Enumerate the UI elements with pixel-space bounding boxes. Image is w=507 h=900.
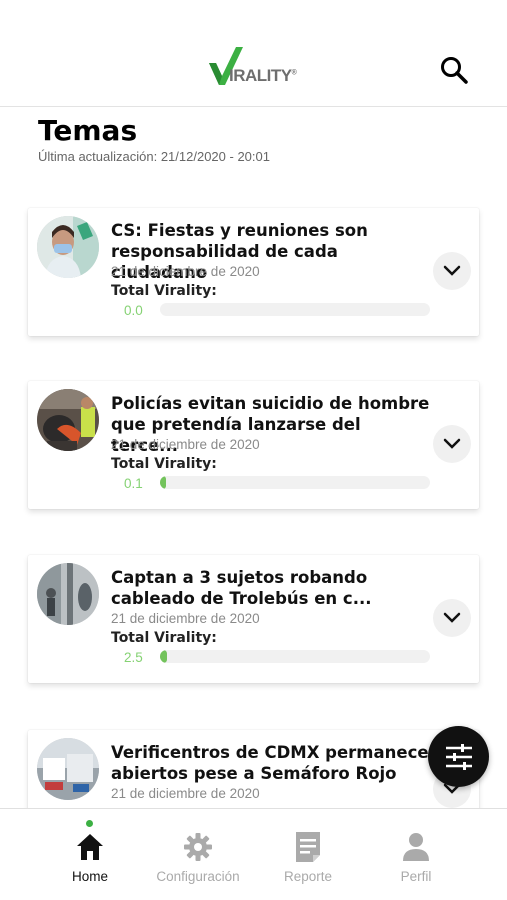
virality-score: 2.5 bbox=[124, 650, 143, 665]
nav-label: Home bbox=[71, 869, 108, 884]
filter-button[interactable] bbox=[428, 726, 489, 787]
search-icon bbox=[441, 57, 468, 84]
topic-date: 21 de diciembre de 2020 bbox=[111, 611, 260, 626]
nav-profile[interactable]: Perfil bbox=[361, 809, 471, 900]
nav-label: Reporte bbox=[283, 869, 333, 884]
expand-button[interactable] bbox=[433, 252, 471, 290]
search-button[interactable] bbox=[436, 52, 472, 88]
topic-date: 21 de diciembre de 2020 bbox=[111, 437, 260, 452]
topic-card[interactable]: Policías evitan suicidio de hombre que p… bbox=[28, 381, 479, 509]
topic-thumbnail bbox=[37, 216, 99, 278]
page-title: Temas bbox=[38, 114, 138, 147]
topic-card[interactable]: Captan a 3 sujetos robando cableado de T… bbox=[28, 555, 479, 683]
logo-text: IRALITY® bbox=[229, 66, 297, 85]
total-virality-label: Total Virality: bbox=[111, 630, 217, 646]
topic-title[interactable]: Captan a 3 sujetos robando cableado de T… bbox=[111, 567, 431, 609]
topic-thumbnail bbox=[37, 563, 99, 625]
chevron-down-icon bbox=[443, 438, 461, 449]
topic-date: 21 de diciembre de 2020 bbox=[111, 264, 260, 279]
chevron-down-icon bbox=[443, 265, 461, 276]
nav-settings[interactable]: Configuración bbox=[143, 809, 253, 900]
report-icon bbox=[296, 832, 320, 862]
last-update-text: Última actualización: 21/12/2020 - 20:01 bbox=[38, 149, 270, 164]
sliders-icon bbox=[445, 743, 472, 770]
person-icon bbox=[403, 833, 429, 861]
nav-label: Perfil bbox=[400, 869, 432, 884]
active-indicator bbox=[86, 820, 93, 827]
virality-bar-fill bbox=[160, 650, 167, 663]
virality-bar-fill bbox=[160, 476, 166, 489]
nav-report[interactable]: Reporte bbox=[253, 809, 363, 900]
app-header: IRALITY® bbox=[0, 0, 507, 107]
topic-card[interactable]: CS: Fiestas y reuniones son responsabili… bbox=[28, 208, 479, 336]
topic-date: 21 de diciembre de 2020 bbox=[111, 786, 260, 801]
expand-button[interactable] bbox=[433, 425, 471, 463]
topic-thumbnail bbox=[37, 738, 99, 800]
topic-title[interactable]: Verificentros de CDMX permanecen abierto… bbox=[111, 742, 441, 784]
total-virality-label: Total Virality: bbox=[111, 456, 217, 472]
nav-home[interactable]: Home bbox=[35, 809, 145, 900]
topic-thumbnail bbox=[37, 389, 99, 451]
virality-bar bbox=[160, 476, 430, 489]
chevron-down-icon bbox=[443, 612, 461, 623]
expand-button[interactable] bbox=[433, 599, 471, 637]
topic-card[interactable]: Verificentros de CDMX permanecen abierto… bbox=[28, 730, 479, 820]
virality-score: 0.1 bbox=[124, 476, 143, 491]
virality-score: 0.0 bbox=[124, 303, 143, 318]
virality-bar bbox=[160, 650, 430, 663]
bottom-nav: Home Configuración Reporte Perfil bbox=[0, 808, 507, 900]
virality-logo: IRALITY® bbox=[205, 45, 305, 91]
nav-label: Configuración bbox=[156, 869, 240, 884]
total-virality-label: Total Virality: bbox=[111, 283, 217, 299]
home-icon bbox=[77, 834, 103, 860]
gear-icon bbox=[184, 833, 212, 861]
virality-bar bbox=[160, 303, 430, 316]
